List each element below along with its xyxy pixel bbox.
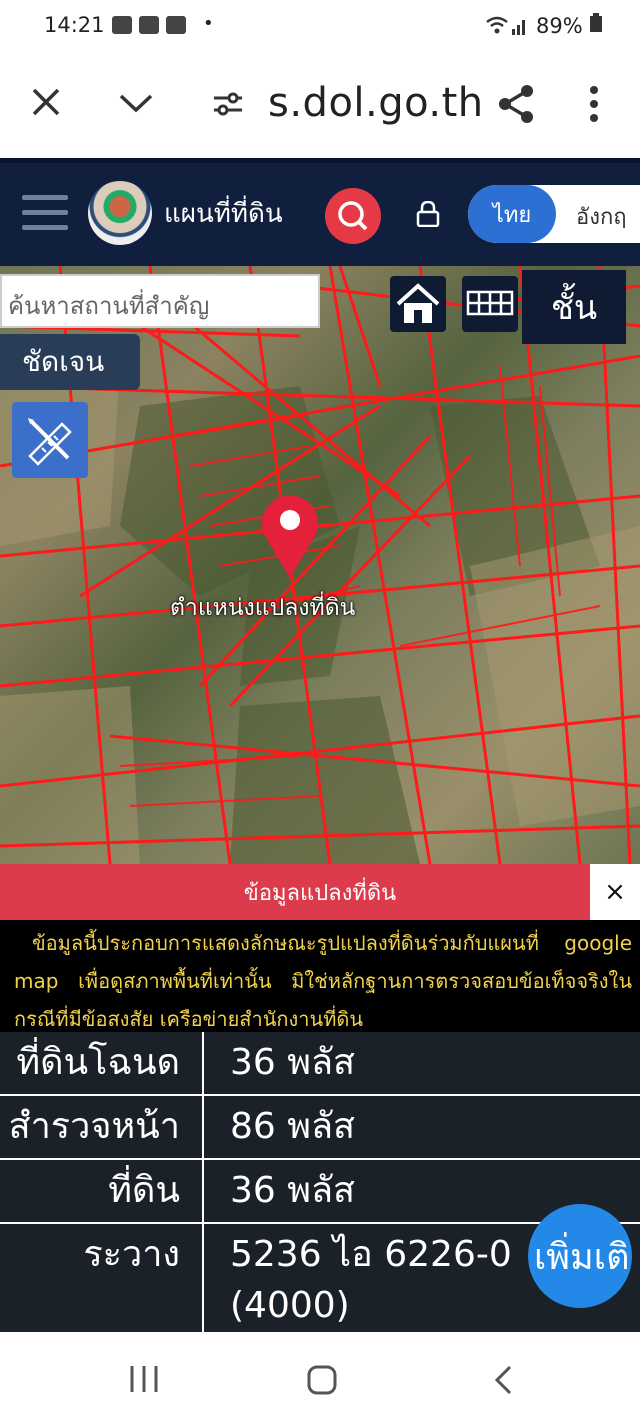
table-row: ที่ดินโฉนด 36 พลัส xyxy=(0,1032,640,1096)
browser-toolbar: s.dol.go.th xyxy=(0,52,640,158)
dol-logo xyxy=(88,181,152,245)
row-value: 5236 ไอ 6226-0 xyxy=(230,1234,512,1275)
row-label: สำรวจหน้า xyxy=(0,1096,204,1158)
notification-icon xyxy=(166,16,186,34)
app-header: แผนที่ที่ดิน ไทย อังกฤ xyxy=(0,158,640,271)
row-value-line2: (4000) xyxy=(230,1285,350,1326)
lang-thai-button[interactable]: ไทย xyxy=(468,185,556,243)
back-icon[interactable] xyxy=(492,1364,514,1400)
table-row: สำรวจหน้า 86 พลัส xyxy=(0,1096,640,1160)
clear-button[interactable]: ชัดเจน xyxy=(0,334,140,390)
app-title: แผนที่ที่ดิน xyxy=(164,199,283,229)
close-panel-button[interactable]: × xyxy=(590,864,640,920)
system-nav-bar xyxy=(0,1332,640,1422)
panel-title: ข้อมูลแปลงที่ดิน xyxy=(0,864,640,920)
grid-button[interactable] xyxy=(462,276,518,332)
row-value: 86 พลัส xyxy=(230,1106,356,1147)
lang-english-button[interactable]: อังกฤ xyxy=(576,199,627,234)
more-notifications-icon: • xyxy=(203,13,214,34)
status-time: 14:21 xyxy=(44,13,105,37)
recent-apps-icon[interactable] xyxy=(128,1364,160,1398)
table-row: ที่ดิน 36 พลัส xyxy=(0,1160,640,1224)
layers-button[interactable]: ชั้น xyxy=(522,270,626,344)
battery-percent: 89% xyxy=(536,14,583,38)
map-pin-icon[interactable] xyxy=(257,492,323,584)
row-label: ที่ดิน xyxy=(0,1160,204,1222)
lock-icon[interactable] xyxy=(416,200,440,228)
battery-icon xyxy=(590,13,603,32)
wifi-signal-icon xyxy=(485,14,529,43)
pin-label: ตำแหน่งแปลงที่ดิน xyxy=(170,595,356,621)
row-value: 36 พลัส xyxy=(230,1042,356,1083)
share-icon[interactable] xyxy=(496,84,536,128)
notification-icon xyxy=(139,16,159,34)
row-label: ระวาง xyxy=(0,1224,204,1332)
search-icon xyxy=(338,201,368,231)
home-icon xyxy=(396,283,440,323)
site-settings-icon[interactable] xyxy=(212,90,244,122)
chevron-down-icon[interactable] xyxy=(118,92,154,120)
status-bar: 14:21 • 89% xyxy=(0,0,640,52)
home-nav-icon[interactable] xyxy=(306,1364,338,1400)
place-search-input[interactable]: ค้นหาสถานที่สำคัญ xyxy=(0,274,320,328)
row-value: 36 พลัส xyxy=(230,1170,356,1211)
disclaimer-text: ข้อมูลนี้ประกอบการแสดงลักษณะรูปแปลงที่ดิ… xyxy=(0,920,640,1032)
land-map[interactable]: ค้นหาสถานที่สำคัญ ชั้น ชัดเจน ตำแหน่งแปล… xyxy=(0,266,640,864)
close-icon[interactable] xyxy=(30,86,62,122)
home-button[interactable] xyxy=(390,276,446,332)
row-label: ที่ดินโฉนด xyxy=(0,1032,204,1094)
url-bar[interactable]: s.dol.go.th xyxy=(268,80,484,126)
measure-tool-button[interactable] xyxy=(12,402,88,478)
search-button[interactable] xyxy=(325,188,381,244)
language-switch: ไทย อังกฤ xyxy=(468,185,640,243)
notification-icon xyxy=(112,16,132,34)
more-vert-icon[interactable] xyxy=(588,86,600,126)
ruler-pencil-icon xyxy=(28,418,72,466)
more-info-button[interactable]: เพิ่มเติ xyxy=(528,1204,632,1308)
grid-icon xyxy=(466,290,514,316)
battery-level: 89% xyxy=(536,13,603,38)
menu-icon[interactable] xyxy=(22,195,68,240)
